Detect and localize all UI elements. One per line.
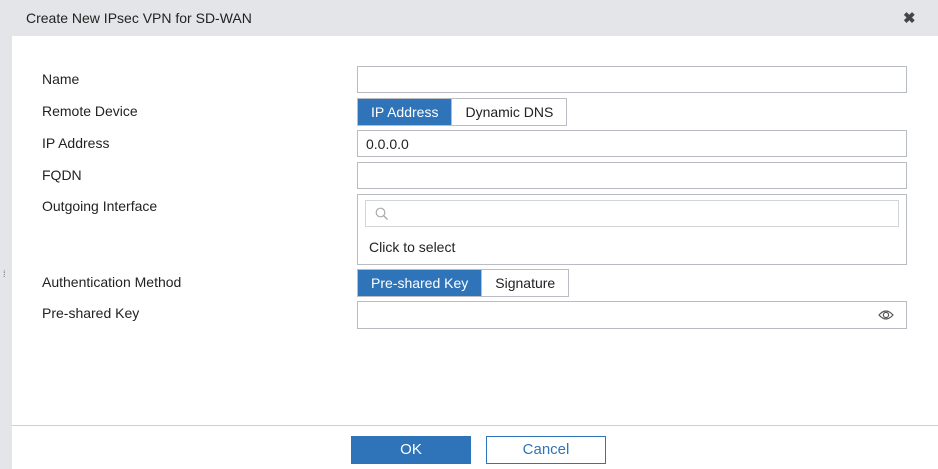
auth-pre-shared-key[interactable]: Pre-shared Key bbox=[358, 270, 482, 296]
name-input[interactable] bbox=[357, 66, 907, 93]
fqdn-input[interactable] bbox=[357, 162, 907, 189]
remote-device-toggle: IP Address Dynamic DNS bbox=[357, 98, 568, 126]
fqdn-label: FQDN bbox=[42, 167, 82, 183]
click-to-select-text[interactable]: Click to select bbox=[369, 239, 455, 255]
search-icon bbox=[375, 207, 388, 220]
auth-method-label: Authentication Method bbox=[42, 274, 182, 290]
psk-label: Pre-shared Key bbox=[42, 305, 140, 321]
dialog-header: Create New IPsec VPN for SD-WAN ✖ bbox=[0, 0, 938, 36]
ip-address-input[interactable] bbox=[357, 130, 907, 157]
resize-handle-icon[interactable]: ⁞ bbox=[3, 270, 9, 279]
eye-icon[interactable] bbox=[878, 308, 894, 322]
auth-method-toggle: Pre-shared Key Signature bbox=[357, 269, 570, 297]
remote-device-dynamic-dns[interactable]: Dynamic DNS bbox=[451, 99, 567, 125]
outgoing-interface-label: Outgoing Interface bbox=[42, 198, 158, 214]
ip-address-label: IP Address bbox=[42, 135, 110, 151]
cancel-button[interactable]: Cancel bbox=[486, 436, 606, 464]
remote-device-label: Remote Device bbox=[42, 103, 138, 119]
psk-input[interactable] bbox=[357, 301, 907, 329]
close-icon[interactable]: ✖ bbox=[903, 9, 916, 27]
outgoing-interface-select[interactable]: Click to select bbox=[357, 194, 907, 265]
dialog-title: Create New IPsec VPN for SD-WAN bbox=[26, 10, 252, 26]
name-label: Name bbox=[42, 71, 80, 87]
ok-button[interactable]: OK bbox=[351, 436, 471, 464]
interface-search-input[interactable] bbox=[365, 200, 899, 227]
remote-device-ip-address[interactable]: IP Address bbox=[358, 99, 452, 125]
auth-signature[interactable]: Signature bbox=[481, 270, 569, 296]
dialog-footer bbox=[12, 425, 938, 469]
